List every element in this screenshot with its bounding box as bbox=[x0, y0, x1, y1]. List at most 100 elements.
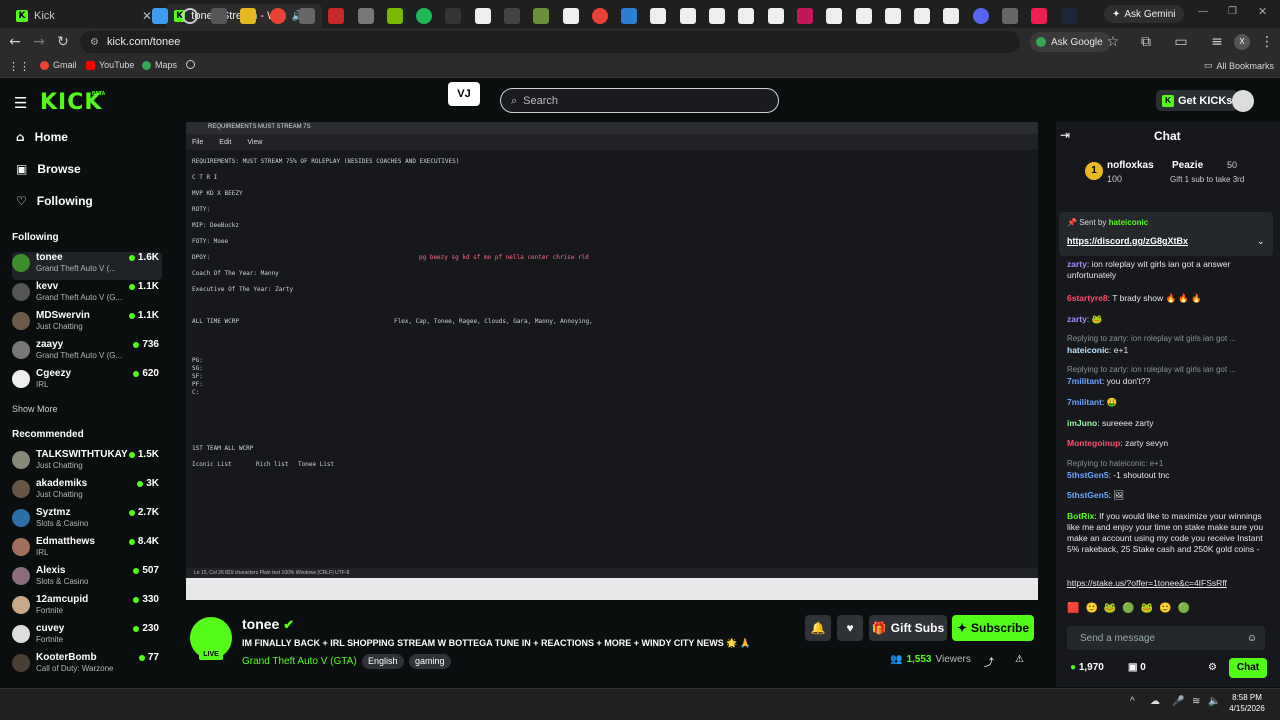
emote-icon[interactable]: 🟢 bbox=[1122, 603, 1134, 617]
file-explorer-icon[interactable] bbox=[240, 8, 256, 24]
file-icon[interactable] bbox=[475, 8, 491, 24]
gift-subs-button[interactable]: 🎁 Gift Subs bbox=[869, 615, 947, 641]
notifications-bell-button[interactable]: 🔔 bbox=[805, 615, 831, 641]
file-icon[interactable] bbox=[768, 8, 784, 24]
tiktok-icon[interactable] bbox=[1031, 8, 1047, 24]
back-icon[interactable]: ← bbox=[6, 34, 24, 50]
steam-icon[interactable] bbox=[1061, 8, 1077, 24]
close-tab-icon[interactable]: ✕ bbox=[142, 9, 152, 23]
chat-user[interactable]: 7militant bbox=[1067, 397, 1102, 407]
recommended-channel[interactable]: Syztmz Slots & Casino 2.7K bbox=[12, 507, 162, 535]
reload-icon[interactable]: ↻ bbox=[54, 34, 72, 50]
mic-icon[interactable]: 🎤 bbox=[1172, 696, 1184, 707]
emoji-icon[interactable]: ☺ bbox=[1247, 633, 1257, 644]
file-icon[interactable] bbox=[709, 8, 725, 24]
media-icon[interactable]: ≡ bbox=[1208, 34, 1226, 50]
minimize-icon[interactable]: — bbox=[1198, 6, 1208, 17]
bookmark-gmail[interactable]: Gmail bbox=[40, 60, 77, 70]
emote-icon[interactable]: 🐸 bbox=[1141, 603, 1153, 617]
browser-tab[interactable]: K Kick ✕ bbox=[8, 4, 160, 28]
following-channel[interactable]: kevv Grand Theft Auto V (G... 1.1K bbox=[12, 281, 162, 309]
url-field[interactable]: ⚙ kick.com/tonee bbox=[80, 31, 1020, 53]
chrome-active-icon[interactable] bbox=[592, 8, 608, 24]
chat-user[interactable]: hateiconic bbox=[1067, 345, 1109, 355]
recommended-channel[interactable]: akademiks Just Chatting 3K bbox=[12, 478, 162, 506]
discord-icon[interactable] bbox=[973, 8, 989, 24]
recommended-channel[interactable]: Edmatthews IRL 8.4K bbox=[12, 536, 162, 564]
site-info-icon[interactable]: ⚙ bbox=[90, 37, 99, 48]
emote-bar[interactable]: 🟥 🙂 🐸 🟢 🐸 🙂 🟢 bbox=[1067, 603, 1272, 617]
collapse-chat-icon[interactable]: ⇥ bbox=[1060, 128, 1070, 142]
emote-icon[interactable]: 🙂 bbox=[1085, 603, 1097, 617]
ask-google-button[interactable]: Ask Google bbox=[1030, 32, 1111, 52]
emote-icon[interactable]: 🐸 bbox=[1104, 603, 1116, 617]
app-icon[interactable] bbox=[621, 8, 637, 24]
sidepanel-icon[interactable]: ▭ bbox=[1172, 34, 1190, 50]
get-kicks-button[interactable]: K Get KICKs bbox=[1156, 90, 1239, 111]
nvidia-icon[interactable] bbox=[387, 8, 403, 24]
chat-user[interactable]: zarty bbox=[1067, 259, 1087, 269]
recommended-channel[interactable]: 12amcupid Fortnite 330 bbox=[12, 594, 162, 622]
app-icon[interactable] bbox=[299, 8, 315, 24]
bookmark-maps[interactable]: Maps bbox=[142, 60, 177, 70]
all-bookmarks[interactable]: ▭ All Bookmarks bbox=[1204, 60, 1274, 71]
chat-link[interactable]: https://stake.us/?offer=1tonee&c=4IFSsRf… bbox=[1067, 578, 1271, 589]
recommended-channel[interactable]: Alexis Slots & Casino 507 bbox=[12, 565, 162, 593]
file-icon[interactable] bbox=[563, 8, 579, 24]
expand-chevron-icon[interactable]: ⌄ bbox=[1257, 236, 1265, 247]
stream-category[interactable]: Grand Theft Auto V (GTA) bbox=[242, 656, 357, 667]
following-channel[interactable]: MDSwervin Just Chatting 1.1K bbox=[12, 310, 162, 338]
chat-settings-icon[interactable]: ⚙ bbox=[1208, 662, 1217, 673]
recommended-channel[interactable]: TALKSWITHTUKAY Just Chatting 1.5K bbox=[12, 449, 162, 477]
pinned-link[interactable]: https://discord.gg/zG8gXtBx bbox=[1067, 236, 1188, 246]
follow-heart-button[interactable]: ♥ bbox=[837, 615, 863, 641]
volume-icon[interactable]: 🔈 bbox=[1208, 696, 1220, 707]
emote-icon[interactable]: 🟢 bbox=[1178, 603, 1190, 617]
chrome-icon[interactable] bbox=[270, 8, 286, 24]
file-icon[interactable] bbox=[856, 8, 872, 24]
forward-icon[interactable]: → bbox=[30, 34, 48, 50]
file-icon[interactable] bbox=[943, 8, 959, 24]
chat-user[interactable]: 5thstGen5 bbox=[1067, 470, 1109, 480]
file-icon[interactable] bbox=[826, 8, 842, 24]
task-view-icon[interactable] bbox=[211, 8, 227, 24]
nav-browse[interactable]: ▣ Browse bbox=[16, 162, 81, 176]
clock[interactable]: 8:58 PM 4/15/2026 bbox=[1225, 692, 1269, 714]
tag-english[interactable]: English bbox=[362, 654, 404, 669]
app-icon[interactable] bbox=[797, 8, 813, 24]
hamburger-menu-icon[interactable]: ☰ bbox=[14, 94, 27, 112]
epic-icon[interactable] bbox=[445, 8, 461, 24]
tray-chevron-icon[interactable]: ^ bbox=[1130, 696, 1135, 707]
bookmark-star-icon[interactable]: ☆ bbox=[1104, 34, 1122, 50]
file-icon[interactable] bbox=[650, 8, 666, 24]
network-icon[interactable]: ☁ bbox=[1150, 696, 1160, 707]
chat-user[interactable]: BotRix bbox=[1067, 511, 1094, 521]
profile-avatar[interactable]: X bbox=[1234, 34, 1250, 50]
emote-icon[interactable]: 🟥 bbox=[1067, 603, 1079, 617]
user-avatar[interactable] bbox=[1232, 90, 1254, 112]
file-icon[interactable] bbox=[680, 8, 696, 24]
following-channel[interactable]: zaayy Grand Theft Auto V (G... 736 bbox=[12, 339, 162, 367]
settings-icon[interactable] bbox=[358, 8, 374, 24]
chat-user[interactable]: 5thstGen5 bbox=[1067, 490, 1109, 500]
app-icon[interactable] bbox=[328, 8, 344, 24]
search-icon[interactable] bbox=[182, 8, 198, 24]
app-icon[interactable] bbox=[504, 8, 520, 24]
start-icon[interactable] bbox=[152, 8, 168, 24]
emote-icon[interactable]: 🙂 bbox=[1159, 603, 1171, 617]
nav-home[interactable]: ⌂ Home bbox=[16, 130, 68, 144]
report-icon[interactable]: ⚠ bbox=[1015, 654, 1024, 665]
nav-following[interactable]: ♡ Following bbox=[16, 194, 93, 208]
wifi-icon[interactable]: ≋ bbox=[1192, 696, 1200, 707]
bookmark-globe[interactable] bbox=[186, 60, 195, 69]
minecraft-icon[interactable] bbox=[533, 8, 549, 24]
window-close-icon[interactable]: ✕ bbox=[1258, 5, 1267, 18]
search-input[interactable]: ⌕ Search bbox=[500, 88, 779, 113]
channel-points[interactable]: ● 1,970 bbox=[1070, 662, 1104, 673]
restore-icon[interactable]: ❐ bbox=[1228, 6, 1237, 17]
app-icon[interactable] bbox=[1002, 8, 1018, 24]
tag-gaming[interactable]: gaming bbox=[409, 654, 451, 669]
extensions-icon[interactable]: ⧉ bbox=[1137, 34, 1155, 50]
chat-user[interactable]: zarty bbox=[1067, 314, 1087, 324]
streamer-name[interactable]: tonee ✔ bbox=[242, 616, 294, 633]
